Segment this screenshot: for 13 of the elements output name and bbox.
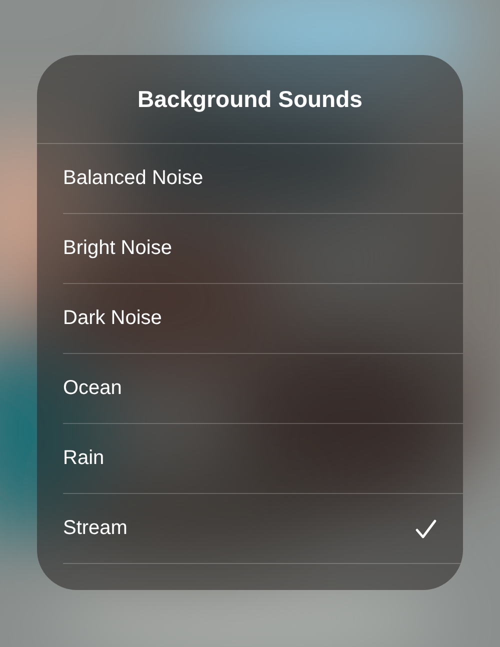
menu-title: Background Sounds bbox=[37, 55, 463, 144]
menu-item[interactable]: Rain bbox=[63, 424, 463, 494]
menu-item-label: Stream bbox=[63, 517, 128, 540]
menu-item-label: Ocean bbox=[63, 377, 122, 400]
menu-item[interactable]: Balanced Noise bbox=[63, 144, 463, 214]
menu-item[interactable]: Ocean bbox=[63, 354, 463, 424]
menu-item-label: Bright Noise bbox=[63, 237, 172, 260]
menu-item[interactable]: Dark Noise bbox=[63, 284, 463, 354]
menu-item-label: Balanced Noise bbox=[63, 167, 204, 190]
menu-item-label: Rain bbox=[63, 447, 104, 470]
menu-item-label: Dark Noise bbox=[63, 307, 162, 330]
menu-item[interactable]: Bright Noise bbox=[63, 214, 463, 284]
menu-item[interactable]: Stream bbox=[63, 494, 463, 564]
